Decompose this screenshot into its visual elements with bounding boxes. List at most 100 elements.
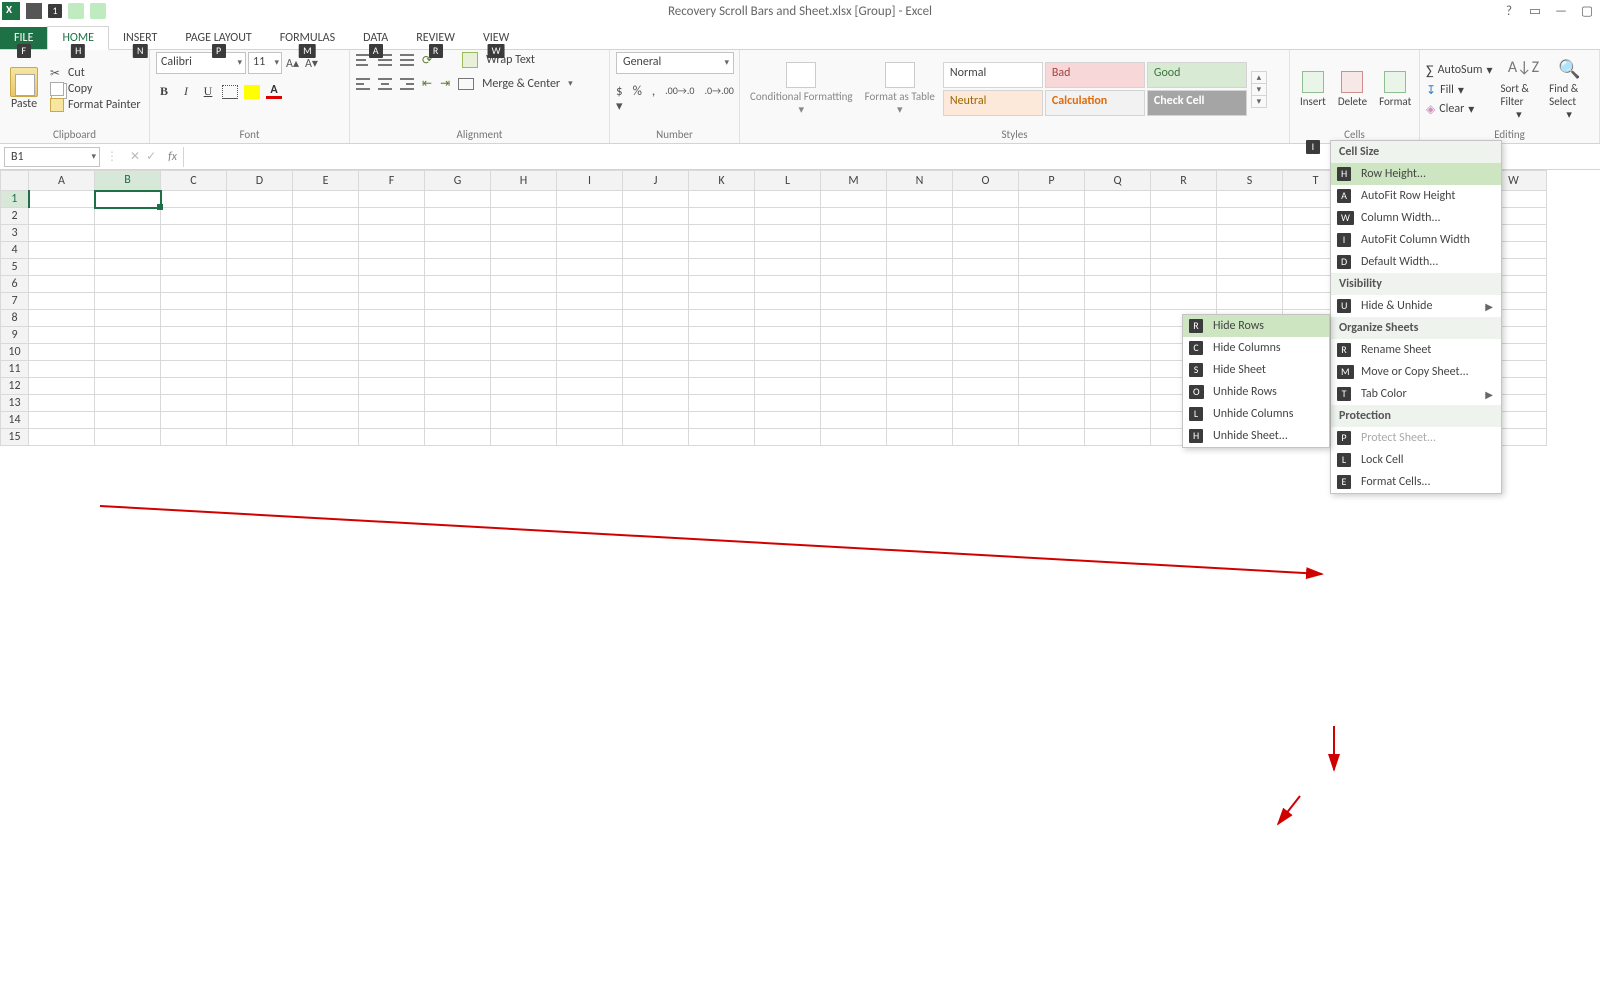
help-icon[interactable]: ? <box>1500 2 1518 20</box>
cell[interactable] <box>953 327 1019 344</box>
cell[interactable] <box>227 327 293 344</box>
cell[interactable] <box>755 344 821 361</box>
cell[interactable] <box>29 429 95 446</box>
cell[interactable] <box>887 276 953 293</box>
cell[interactable] <box>293 242 359 259</box>
cell[interactable] <box>425 208 491 225</box>
cell[interactable] <box>29 242 95 259</box>
cell[interactable] <box>755 191 821 208</box>
column-header[interactable]: K <box>689 171 755 191</box>
row-header[interactable]: 7 <box>1 293 29 310</box>
cell[interactable] <box>161 208 227 225</box>
cell[interactable] <box>293 208 359 225</box>
cell[interactable] <box>689 293 755 310</box>
cell[interactable] <box>491 310 557 327</box>
row-header[interactable]: 2 <box>1 208 29 225</box>
cell[interactable] <box>29 293 95 310</box>
cut-button[interactable]: ✂Cut <box>50 66 141 80</box>
row-header[interactable]: 1 <box>1 191 29 208</box>
column-header[interactable]: S <box>1217 171 1283 191</box>
cell[interactable] <box>359 395 425 412</box>
cell[interactable] <box>1019 395 1085 412</box>
menu-hide-unhide[interactable]: UHide & Unhide▶ <box>1331 295 1501 317</box>
cell[interactable] <box>557 378 623 395</box>
column-header[interactable]: E <box>293 171 359 191</box>
column-header[interactable]: D <box>227 171 293 191</box>
cell[interactable] <box>161 259 227 276</box>
cell[interactable] <box>29 378 95 395</box>
cell[interactable] <box>689 429 755 446</box>
cell[interactable] <box>29 327 95 344</box>
cell[interactable] <box>821 344 887 361</box>
column-header[interactable]: G <box>425 171 491 191</box>
style-neutral[interactable]: Neutral <box>943 90 1043 116</box>
cell[interactable] <box>359 276 425 293</box>
increase-font-icon[interactable]: A▴ <box>284 56 301 71</box>
accounting-format-button[interactable]: $ ▾ <box>616 84 623 114</box>
cell[interactable] <box>755 378 821 395</box>
format-cells-button[interactable]: FormatO <box>1375 71 1415 108</box>
cell[interactable] <box>1019 412 1085 429</box>
cell[interactable] <box>557 412 623 429</box>
cell[interactable] <box>161 225 227 242</box>
redo-icon[interactable] <box>90 3 106 19</box>
cell[interactable] <box>359 310 425 327</box>
cell[interactable] <box>227 293 293 310</box>
style-calculation[interactable]: Calculation <box>1045 90 1145 116</box>
cell[interactable] <box>623 310 689 327</box>
font-size-combo[interactable]: 11▾ <box>248 52 282 74</box>
cell[interactable] <box>161 276 227 293</box>
cell[interactable] <box>755 412 821 429</box>
cell[interactable] <box>1151 225 1217 242</box>
cell[interactable] <box>689 378 755 395</box>
cell[interactable] <box>491 276 557 293</box>
cell[interactable] <box>557 208 623 225</box>
cell[interactable] <box>95 327 161 344</box>
cell[interactable] <box>953 395 1019 412</box>
bold-button[interactable]: B <box>156 84 172 99</box>
menu-unhide-columns[interactable]: LUnhide Columns <box>1183 403 1329 425</box>
cell[interactable] <box>755 293 821 310</box>
cell[interactable] <box>227 395 293 412</box>
cell[interactable] <box>425 327 491 344</box>
cell[interactable] <box>623 378 689 395</box>
cell[interactable] <box>95 191 161 208</box>
cell[interactable] <box>1019 191 1085 208</box>
cell[interactable] <box>623 344 689 361</box>
cell[interactable] <box>953 242 1019 259</box>
column-header[interactable]: F <box>359 171 425 191</box>
row-header[interactable]: 9 <box>1 327 29 344</box>
cell[interactable] <box>29 361 95 378</box>
cell[interactable] <box>557 191 623 208</box>
cell[interactable] <box>1085 344 1151 361</box>
cell[interactable] <box>293 276 359 293</box>
cell[interactable] <box>557 327 623 344</box>
cell[interactable] <box>425 242 491 259</box>
cell[interactable] <box>227 412 293 429</box>
menu-lock-cell[interactable]: LLock Cell <box>1331 449 1501 471</box>
cell[interactable] <box>359 242 425 259</box>
cell[interactable] <box>359 259 425 276</box>
column-header[interactable]: J <box>623 171 689 191</box>
cell[interactable] <box>95 208 161 225</box>
cell[interactable] <box>1217 293 1283 310</box>
cell[interactable] <box>557 395 623 412</box>
cell[interactable] <box>29 191 95 208</box>
cell[interactable] <box>1217 276 1283 293</box>
cell[interactable] <box>1085 276 1151 293</box>
increase-decimal-button[interactable]: .00→.0 <box>665 84 694 114</box>
cell[interactable] <box>887 208 953 225</box>
column-header[interactable]: B <box>95 171 161 191</box>
cell[interactable] <box>1151 276 1217 293</box>
cell[interactable] <box>293 310 359 327</box>
cell[interactable] <box>821 242 887 259</box>
cell[interactable] <box>1217 259 1283 276</box>
cell[interactable] <box>623 293 689 310</box>
undo-icon[interactable] <box>68 3 84 19</box>
cell[interactable] <box>293 378 359 395</box>
cell[interactable] <box>755 208 821 225</box>
cell[interactable] <box>1085 378 1151 395</box>
cell[interactable] <box>491 293 557 310</box>
cell[interactable] <box>29 344 95 361</box>
cell[interactable] <box>755 395 821 412</box>
